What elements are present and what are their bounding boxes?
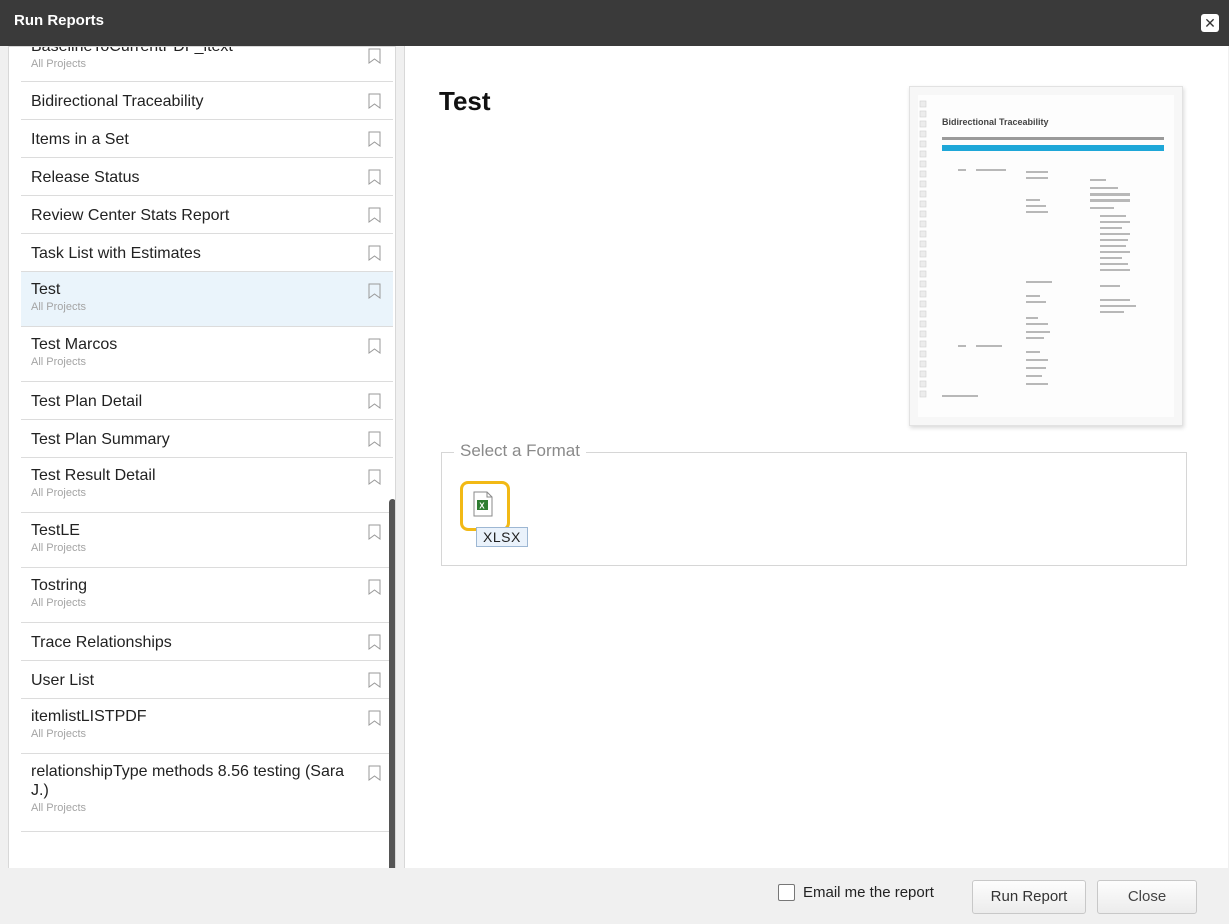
report-list-item[interactable]: TestLE All Projects (21, 513, 393, 568)
report-list-item[interactable]: Trace Relationships (21, 623, 393, 661)
email-checkbox[interactable] (778, 884, 795, 901)
dialog-footer: Email me the report Run Report Close (0, 868, 1229, 924)
report-list-item[interactable]: relationshipType methods 8.56 testing (S… (21, 754, 393, 832)
report-list-panel[interactable]: BaselineToCurrentPDF_itext All Projects Bi… (8, 46, 396, 870)
report-name: Release Status (31, 169, 140, 186)
bookmark-icon[interactable] (368, 131, 381, 147)
report-scope: All Projects (31, 728, 87, 740)
title-bar: Run Reports ✕ (0, 0, 1229, 46)
report-list-item[interactable]: BaselineToCurrentPDF_itext All Projects (21, 46, 393, 82)
excel-file-icon: X (473, 491, 493, 517)
bookmark-icon[interactable] (368, 431, 381, 447)
report-name: Test Result Detail (31, 467, 156, 484)
report-name: Review Center Stats Report (31, 207, 230, 224)
bookmark-icon[interactable] (368, 579, 381, 595)
bookmark-icon[interactable] (368, 245, 381, 261)
format-selector: Select a Format X XLSX (441, 441, 1187, 566)
report-name: relationshipType methods 8.56 testing (S… (31, 763, 345, 799)
report-list-item[interactable]: Review Center Stats Report (21, 196, 393, 234)
report-title: Test (439, 86, 491, 116)
report-scope: All Projects (31, 487, 87, 499)
dialog-title: Run Reports (14, 12, 104, 29)
report-scope: All Projects (31, 356, 87, 368)
report-name: Trace Relationships (31, 634, 172, 651)
report-scope: All Projects (31, 301, 87, 313)
close-icon[interactable]: ✕ (1201, 14, 1219, 32)
report-list-item[interactable]: Bidirectional Traceability (21, 82, 393, 120)
email-option[interactable]: Email me the report (778, 884, 934, 901)
report-name: User List (31, 672, 95, 689)
svg-text:X: X (479, 502, 485, 511)
report-name: Bidirectional Traceability (31, 93, 204, 110)
bookmark-icon[interactable] (368, 338, 381, 354)
bookmark-icon[interactable] (368, 524, 381, 540)
report-name: Test Plan Detail (31, 393, 143, 410)
report-list-item[interactable]: Test Plan Detail (21, 382, 393, 420)
format-label-xlsx[interactable]: XLSX (476, 527, 528, 547)
report-list-item[interactable]: Tostring All Projects (21, 568, 393, 623)
bookmark-icon[interactable] (368, 710, 381, 726)
bookmark-icon[interactable] (368, 93, 381, 109)
report-name: BaselineToCurrentPDF_itext (31, 46, 233, 55)
run-reports-dialog: Run Reports ✕ BaselineToCurrentPDF_itext… (0, 0, 1229, 924)
report-name: Task List with Estimates (31, 245, 201, 262)
format-option-xlsx[interactable]: X (460, 481, 510, 531)
report-name: Test Plan Summary (31, 431, 170, 448)
format-legend: Select a Format (454, 441, 586, 461)
email-label: Email me the report (803, 884, 934, 901)
report-preview-thumbnail: Bidirectional Traceability (909, 86, 1183, 426)
report-scope: All Projects (31, 802, 87, 814)
preview-image: Bidirectional Traceability (918, 95, 1174, 417)
report-list-item[interactable]: Test Result Detail All Projects (21, 458, 393, 513)
bookmark-icon[interactable] (368, 283, 381, 299)
bookmark-icon[interactable] (368, 393, 381, 409)
report-list-item[interactable]: Release Status (21, 158, 393, 196)
report-name: Tostring (31, 577, 88, 594)
report-list-item[interactable]: Test Plan Summary (21, 420, 393, 458)
report-list: BaselineToCurrentPDF_itext All Projects Bi… (21, 47, 393, 832)
report-list-item[interactable]: Test Marcos All Projects (21, 327, 393, 382)
list-scrollbar[interactable] (389, 499, 395, 869)
bookmark-icon[interactable] (368, 469, 381, 485)
report-name: Test (31, 281, 61, 298)
report-name: itemlistLISTPDF (31, 708, 147, 725)
report-scope: All Projects (31, 58, 87, 70)
report-name: Items in a Set (31, 131, 129, 148)
report-scope: All Projects (31, 597, 87, 609)
preview-heading: Bidirectional Traceability (942, 117, 1049, 127)
report-list-item[interactable]: User List (21, 661, 393, 699)
report-list-item[interactable]: Test All Projects (21, 272, 393, 327)
run-report-button[interactable]: Run Report (972, 880, 1086, 914)
bookmark-icon[interactable] (368, 169, 381, 185)
report-list-item[interactable]: Task List with Estimates (21, 234, 393, 272)
report-list-item[interactable]: Items in a Set (21, 120, 393, 158)
bookmark-icon[interactable] (368, 765, 381, 781)
bookmark-icon[interactable] (368, 672, 381, 688)
report-name: Test Marcos (31, 336, 118, 353)
close-button[interactable]: Close (1097, 880, 1197, 914)
report-detail-panel: Test Bidirectional Traceability Select a… (404, 46, 1228, 868)
report-name: TestLE (31, 522, 80, 539)
bookmark-icon[interactable] (368, 207, 381, 223)
report-list-item[interactable]: itemlistLISTPDF All Projects (21, 699, 393, 754)
bookmark-icon[interactable] (368, 634, 381, 650)
report-scope: All Projects (31, 542, 87, 554)
bookmark-icon[interactable] (368, 48, 381, 64)
